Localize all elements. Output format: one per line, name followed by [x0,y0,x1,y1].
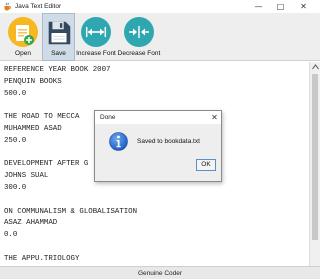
status-text: Genuine Coder [137,270,183,277]
increase-font-button[interactable]: Increase Font [74,13,118,61]
save-label: Save [51,50,66,57]
java-cup-icon [4,2,12,11]
collapse-arrows-icon [124,17,154,47]
window-title: Java Text Editor [15,3,62,10]
editor-line: MUHAMMED ASAD [4,125,62,133]
ok-button[interactable]: OK [196,159,216,171]
editor-line: ON COMMUNALISM & GLOBALISATION [4,207,138,216]
dialog-message: Saved to bookdata.txt [137,138,200,145]
floppy-disk-icon [48,21,70,45]
title-bar[interactable]: Java Text Editor — □ ✕ [0,0,320,13]
open-label: Open [15,50,31,57]
minimize-button[interactable]: — [250,0,267,12]
folder-plus-icon [8,17,38,47]
editor-line: 500.0 [4,89,27,98]
decrease-font-label: Decrease Font [117,50,161,57]
dialog-title: Done [100,114,116,121]
dialog-close-button[interactable]: ✕ [209,112,220,123]
maximize-button[interactable]: □ [272,0,289,12]
app-window: Java Text Editor — □ ✕ Open Save Increas… [0,0,320,279]
expand-arrows-icon [81,17,111,47]
scroll-up-arrow-icon[interactable] [312,64,319,70]
toolbar: Open Save Increase Font Decrease Font [0,13,320,61]
info-icon [109,132,128,151]
status-bar: Genuine Coder [0,266,320,279]
editor-line: 250.0 [4,136,27,145]
editor-line: 300.0 [4,184,27,192]
editor-line: THE ROAD TO MECCA [4,113,80,122]
done-dialog: Done ✕ Saved to bookdata.txt OK [94,110,222,182]
editor-line: DEVELOPMENT AFTER G [4,160,89,169]
decrease-font-button[interactable]: Decrease Font [117,13,161,61]
open-button[interactable]: Open [4,13,42,61]
scrollbar-thumb[interactable] [312,74,318,240]
editor-line: PENQUIN BOOKS [4,77,62,86]
close-button[interactable]: ✕ [295,0,312,12]
editor-line: JOHNS SUAL [4,172,49,181]
increase-font-label: Increase Font [76,50,116,57]
editor-line: REFERENCE YEAR BOOK 2007 [4,66,111,74]
editor-line: ASAZ AHAMMAD [4,219,58,228]
dialog-body: Saved to bookdata.txt OK [95,124,221,181]
editor-line: THE APPU.TRIOLOGY [4,254,80,263]
save-button[interactable]: Save [42,13,75,61]
vertical-scrollbar[interactable] [309,62,320,266]
editor-line: 0.0 [4,231,18,240]
